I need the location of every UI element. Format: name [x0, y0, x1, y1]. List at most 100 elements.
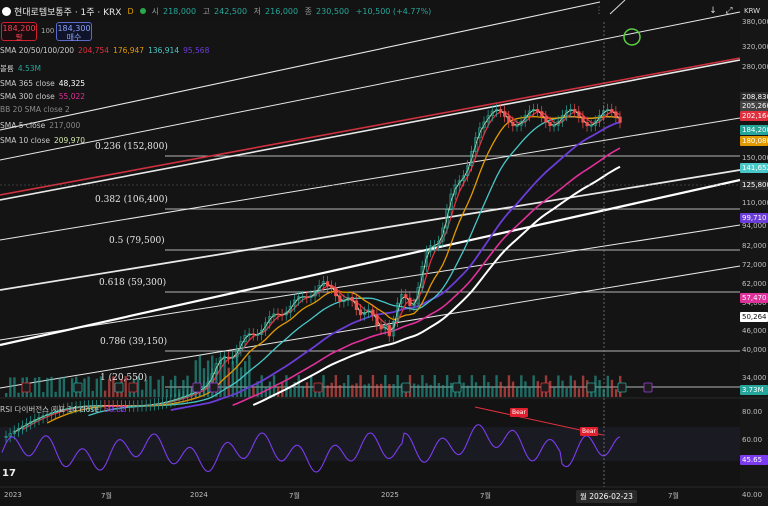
volume-bar	[231, 360, 235, 397]
rsi-value: 59.82	[104, 405, 126, 414]
volume-bar	[363, 384, 366, 397]
price-tag: 57,470	[740, 293, 768, 303]
candle-body	[408, 297, 412, 306]
rsi-tick: 40.00	[742, 491, 763, 499]
volume-bar	[301, 385, 305, 397]
currency-label[interactable]: KRW	[744, 7, 760, 15]
download-icon[interactable]: ↓	[708, 5, 718, 17]
volume-bar	[62, 376, 66, 397]
volume-bar	[326, 385, 329, 397]
volume-bar	[322, 375, 325, 397]
volume-bar	[503, 386, 507, 397]
volume-bar	[37, 377, 41, 397]
event-marker	[128, 382, 138, 393]
volume-bar	[83, 378, 86, 397]
fib-level-label: 1 (20,550)	[100, 373, 148, 383]
candle-body	[581, 116, 585, 123]
indicator-value: 217,000	[49, 121, 81, 130]
price-tick: 34,000	[742, 374, 767, 382]
volume-bar	[396, 375, 399, 397]
indicator-label: SMA 20/50/100/200	[0, 46, 75, 55]
price-tick: 72,000	[742, 261, 767, 269]
volume-bar	[244, 361, 247, 397]
indicator-value: 48,325	[58, 79, 86, 88]
indicator-value: 136,914	[148, 46, 180, 55]
volume-bar	[161, 375, 164, 397]
event-marker	[643, 382, 653, 393]
volume-bar	[441, 385, 445, 397]
indicator-label: SMA 5 close	[0, 121, 46, 130]
volume-bar	[478, 385, 482, 397]
event-marker	[209, 382, 219, 393]
indicator-row[interactable]: SMA 20/50/100/200 204,754 176,947 136,914 95…	[0, 46, 209, 55]
chart-canvas[interactable]	[0, 0, 768, 506]
price-tick: 320,000	[742, 43, 768, 51]
candle-body	[618, 116, 622, 123]
volume-bar	[375, 384, 379, 397]
sell-button[interactable]: 184,200 팔	[1, 22, 37, 42]
crosshair-date: 월 2026-02-23	[576, 490, 637, 503]
volume-bar	[95, 378, 99, 397]
indicator-row[interactable]: SMA 5 close 217,000	[0, 121, 80, 130]
volume-bar	[371, 375, 375, 397]
volume-bar	[338, 385, 342, 397]
indicator-value: 204,754	[78, 46, 110, 55]
event-marker	[21, 382, 31, 393]
volume-bar	[487, 382, 490, 397]
volume-bar	[359, 375, 362, 397]
volume-bar	[573, 380, 577, 397]
volume-bar	[285, 375, 288, 397]
price-tick: 280,000	[742, 63, 768, 71]
indicator-row[interactable]: SMA 300 close 55,022	[0, 92, 85, 101]
candle-body	[305, 296, 309, 298]
tradingview-logo-icon: 17	[2, 468, 16, 479]
volume-bar	[610, 379, 614, 397]
volume-bar	[50, 376, 53, 397]
volume-bar	[70, 378, 74, 397]
volume-bar	[421, 375, 424, 397]
time-tick: 2023	[4, 491, 22, 499]
price-tick: 82,000	[742, 242, 767, 250]
volume-bar	[351, 384, 354, 397]
volume-bar	[532, 375, 535, 397]
candle-body	[577, 111, 581, 118]
indicator-row[interactable]: 볼륨 4.53M	[0, 63, 41, 74]
volume-bar	[367, 383, 371, 397]
price-tag: 50,264	[740, 312, 768, 322]
indicator-row[interactable]: BB 20 SMA close 2	[0, 105, 70, 114]
price-tag: 180,080	[740, 136, 768, 146]
price-tick: 40,000	[742, 346, 767, 354]
indicator-value: 176,947	[113, 46, 145, 55]
volume-bar	[598, 379, 601, 397]
volume-bar	[557, 375, 560, 397]
time-tick: 7월	[480, 492, 491, 500]
volume-bar	[581, 375, 585, 397]
indicator-value: 55,022	[58, 92, 86, 101]
fullscreen-icon[interactable]: ⤢	[724, 5, 734, 17]
indicator-row[interactable]: SMA 365 close 48,325	[0, 79, 85, 88]
volume-bar	[165, 389, 169, 397]
buy-button[interactable]: 184,300 매수	[56, 22, 92, 42]
logo-icon	[2, 6, 11, 16]
volume-bar	[91, 390, 94, 397]
volume-bar	[334, 375, 338, 397]
price-tick: 62,000	[742, 280, 767, 288]
indicator-row[interactable]: SMA 10 close 209,970	[0, 136, 85, 145]
volume-bar	[429, 384, 432, 397]
volume-bar	[577, 388, 581, 397]
symbol-title[interactable]: 현대로템보통주 · 1주 · KRX	[14, 5, 121, 18]
candle-body	[573, 109, 577, 112]
volume-bar	[384, 375, 387, 397]
dots-menu-icon[interactable]: ⋮	[594, 5, 604, 17]
candle-body	[350, 297, 354, 302]
interval-badge: D	[127, 6, 134, 16]
volume-bar	[470, 375, 474, 397]
fib-level-label: 0.618 (59,300)	[99, 278, 167, 288]
candle-body	[334, 287, 338, 297]
volume-bar	[58, 378, 61, 397]
time-tick: 2024	[190, 491, 208, 499]
candle-body	[276, 313, 280, 316]
volume-bar	[614, 389, 618, 397]
volume-bar	[66, 391, 70, 397]
live-dot-icon	[139, 8, 146, 14]
